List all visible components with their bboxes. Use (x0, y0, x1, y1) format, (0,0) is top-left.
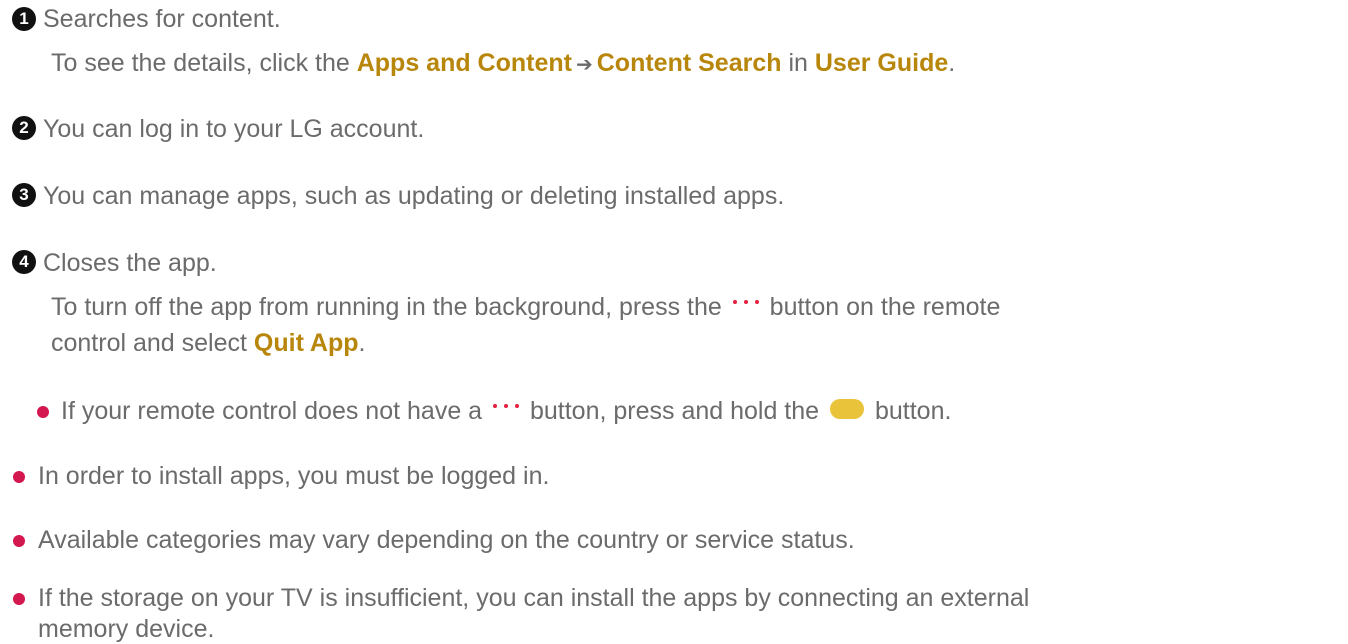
item-2-line1: You can log in to your LG account. (43, 115, 425, 143)
number-badge-2: 2 (12, 116, 36, 140)
yellow-color-button-icon (830, 399, 865, 420)
sub-note: If your remote control does not have a b… (61, 396, 951, 426)
note-3-continued: memory device. (38, 615, 215, 643)
three-dots-icon (731, 297, 761, 307)
item-1-suffix: . (948, 49, 956, 77)
item-4-line3: control and select Quit App. (51, 328, 365, 358)
item-4-line2-prefix: To turn off the app from running in the … (51, 293, 729, 321)
three-dots-icon (491, 401, 521, 411)
item-3-line1: You can manage apps, such as updating or… (43, 182, 785, 210)
sub-note-prefix: If your remote control does not have a (61, 397, 490, 425)
note-1: In order to install apps, you must be lo… (38, 462, 550, 490)
item-4-line2: To turn off the app from running in the … (51, 292, 1000, 322)
note-3: If the storage on your TV is insufficien… (38, 584, 1030, 612)
number-badge-1: 1 (12, 7, 36, 31)
user-guide-link[interactable]: User Guide (815, 49, 948, 77)
item-1-line2-prefix: To see the details, click the (51, 49, 357, 77)
content-search-link[interactable]: Content Search (597, 49, 782, 77)
item-1-line2: To see the details, click the Apps and C… (51, 48, 955, 80)
number-badge-4: 4 (12, 250, 36, 274)
item-1-line1: Searches for content. (43, 5, 281, 33)
note-bullet-2 (13, 535, 25, 547)
sub-note-bullet (37, 406, 49, 418)
item-4-line2-suffix: button on the remote (762, 293, 1001, 321)
sub-note-suffix: button. (868, 397, 952, 425)
note-bullet-3 (13, 593, 25, 605)
note-2: Available categories may vary depending … (38, 526, 855, 554)
note-bullet-1 (13, 471, 25, 483)
item-4-line3-prefix: control and select (51, 329, 254, 357)
arrow-right-icon: ➔ (575, 54, 593, 76)
item-1-middle: in (781, 49, 815, 77)
number-badge-3: 3 (12, 183, 36, 207)
item-4-line1: Closes the app. (43, 249, 217, 277)
item-4-line3-suffix: . (358, 329, 366, 357)
apps-and-content-link[interactable]: Apps and Content (357, 49, 572, 77)
quit-app-link[interactable]: Quit App (254, 329, 359, 357)
sub-note-middle: button, press and hold the (523, 397, 827, 425)
